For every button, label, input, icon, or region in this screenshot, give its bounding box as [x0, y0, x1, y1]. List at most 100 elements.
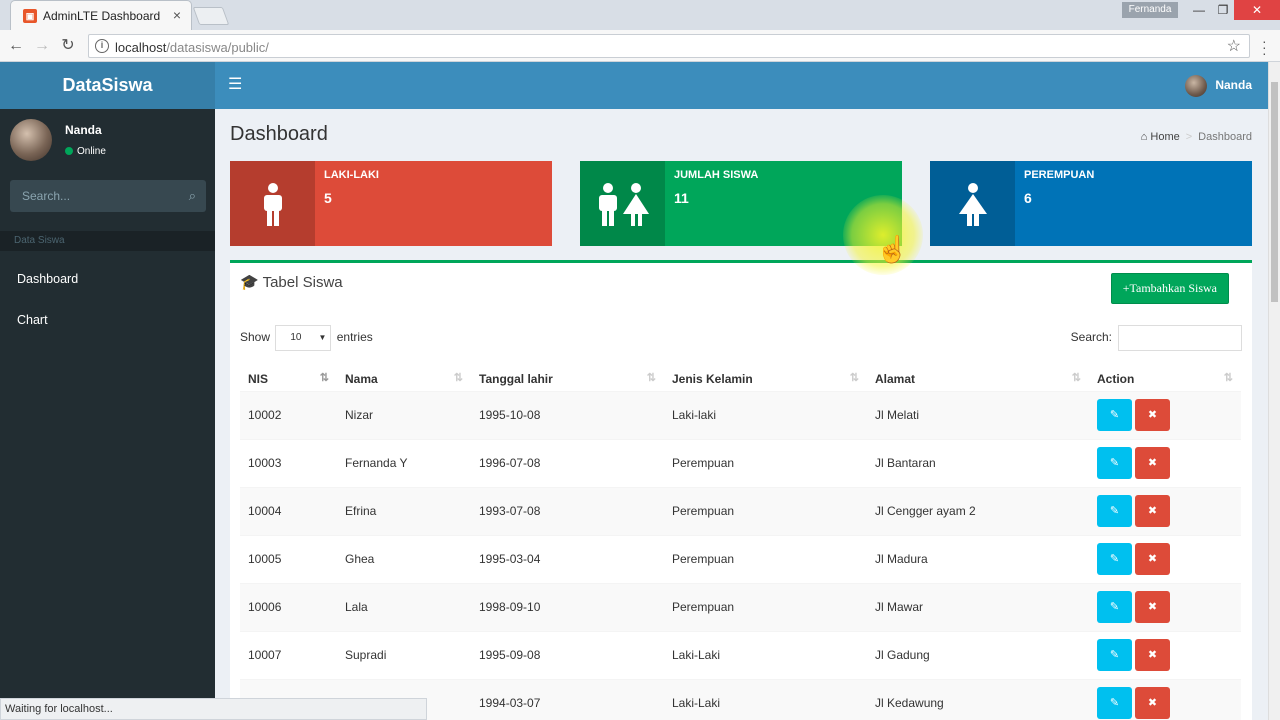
- delete-button[interactable]: ✖: [1135, 447, 1170, 479]
- page-scrollbar[interactable]: [1268, 62, 1280, 720]
- table-cell: Lala: [337, 582, 471, 631]
- col-jenis-kelamin[interactable]: Jenis Kelamin ⇅: [664, 367, 867, 392]
- reload-icon[interactable]: ↻: [58, 36, 78, 56]
- people-icon: [580, 161, 665, 246]
- search-icon[interactable]: ⌕: [189, 188, 196, 204]
- page-size-select[interactable]: 10 ▼: [275, 325, 332, 351]
- table-row: 10002 Nizar 1995-10-08 Laki-laki Jl Melati ✎ ✖: [240, 390, 1241, 439]
- table-cell: Laki-laki: [664, 390, 867, 439]
- action-cell: ✎ ✖: [1089, 390, 1241, 439]
- browser-tabbar: ▣ AdminLTE Dashboard × Fernanda — ❐ ✕: [0, 0, 1280, 30]
- info-icon[interactable]: i: [95, 39, 109, 53]
- browser-tab[interactable]: ▣ AdminLTE Dashboard ×: [10, 0, 192, 30]
- profile-chip[interactable]: Fernanda: [1122, 2, 1178, 18]
- table-cell: Jl Madura: [867, 534, 1089, 583]
- table-cell: 1995-09-08: [471, 630, 664, 679]
- table-row: 10005 Ghea 1995-03-04 Perempuan Jl Madura ✎ ✖: [240, 534, 1241, 583]
- col-nis[interactable]: NIS ⇅: [240, 367, 337, 392]
- table-cell: 1993-07-08: [471, 486, 664, 535]
- back-icon[interactable]: ←: [6, 36, 26, 56]
- breadcrumb-home[interactable]: Home: [1150, 131, 1179, 143]
- table-cell: Jl Mawar: [867, 582, 1089, 631]
- close-icon: ✖: [1147, 553, 1158, 565]
- sidebar-item-chart[interactable]: Chart: [0, 300, 215, 340]
- pencil-icon: ✎: [1109, 409, 1120, 421]
- edit-button[interactable]: ✎: [1097, 639, 1132, 671]
- table-cell: 10006: [240, 582, 337, 631]
- table-search-input[interactable]: [1118, 325, 1242, 351]
- students-table-box: 🎓 Tabel Siswa +Tambahkan Siswa Show 10 ▼ …: [230, 260, 1252, 720]
- table-cell: 10005: [240, 534, 337, 583]
- hand-cursor-icon: ☝: [876, 234, 909, 264]
- url-input[interactable]: i localhost/datasiswa/public/ ☆: [88, 34, 1250, 58]
- pencil-icon: ✎: [1109, 697, 1120, 710]
- edit-button[interactable]: ✎: [1097, 591, 1132, 623]
- delete-button[interactable]: ✖: [1135, 495, 1170, 527]
- col-alamat[interactable]: Alamat ⇅: [867, 367, 1089, 392]
- forward-icon[interactable]: →: [32, 36, 52, 56]
- close-tab-icon[interactable]: ×: [173, 7, 181, 23]
- info-box-number: 11: [674, 190, 689, 206]
- bookmark-star-icon[interactable]: ☆: [1227, 36, 1241, 56]
- table-cell: 10007: [240, 630, 337, 679]
- table-cell: Jl Melati: [867, 390, 1089, 439]
- delete-button[interactable]: ✖: [1135, 543, 1170, 575]
- action-cell: ✎ ✖: [1089, 678, 1241, 720]
- col-action[interactable]: Action ⇅: [1089, 367, 1241, 392]
- sidebar-toggle-icon[interactable]: ☰: [228, 74, 242, 94]
- sort-icon: ⇅: [646, 372, 656, 384]
- delete-button[interactable]: ✖: [1135, 399, 1170, 431]
- sort-icon: ⇅: [1071, 372, 1081, 384]
- sidebar-item-dashboard[interactable]: Dashboard: [0, 259, 215, 299]
- header-user-menu[interactable]: Nanda: [1185, 74, 1252, 97]
- table-cell: Laki-Laki: [664, 630, 867, 679]
- content-wrapper: Dashboard ⌂ Home > Dashboard LAKI-LAKI 5 J…: [215, 109, 1268, 720]
- tab-title: AdminLTE Dashboard: [43, 9, 161, 23]
- delete-button[interactable]: ✖: [1135, 591, 1170, 623]
- table-row: 10007 Supradi 1995-09-08 Laki-Laki Jl Gadung…: [240, 630, 1241, 679]
- female-icon: [930, 161, 1015, 246]
- box-title: 🎓 Tabel Siswa: [240, 274, 343, 291]
- close-icon: ✖: [1147, 457, 1158, 469]
- sort-asc-icon: ⇅: [319, 372, 329, 384]
- pencil-icon: ✎: [1109, 505, 1120, 517]
- table-cell: 1995-10-08: [471, 390, 664, 439]
- table-cell: Perempuan: [664, 534, 867, 583]
- info-box-label: LAKI-LAKI: [324, 169, 379, 181]
- new-tab-button[interactable]: [192, 7, 230, 25]
- col-nama[interactable]: Nama ⇅: [337, 367, 471, 392]
- edit-button[interactable]: ✎: [1097, 687, 1132, 720]
- table-cell: 10003: [240, 438, 337, 487]
- close-icon: ✖: [1147, 697, 1158, 710]
- app-logo[interactable]: DataSiswa: [0, 62, 215, 109]
- sort-icon: ⇅: [1223, 372, 1233, 384]
- col-tanggal-lahir[interactable]: Tanggal lahir ⇅: [471, 367, 664, 392]
- info-box-label: JUMLAH SISWA: [674, 169, 759, 181]
- scrollbar-thumb[interactable]: [1271, 82, 1278, 302]
- add-student-button[interactable]: +Tambahkan Siswa: [1110, 273, 1229, 304]
- edit-button[interactable]: ✎: [1097, 399, 1132, 431]
- edit-button[interactable]: ✎: [1097, 447, 1132, 479]
- browser-menu-icon[interactable]: · · ·: [1262, 34, 1267, 60]
- delete-button[interactable]: ✖: [1135, 639, 1170, 671]
- minimize-button[interactable]: —: [1186, 0, 1212, 20]
- close-icon: ✖: [1147, 409, 1158, 421]
- restore-button[interactable]: ❐: [1210, 0, 1236, 20]
- sidebar-search-input[interactable]: [10, 180, 170, 212]
- edit-button[interactable]: ✎: [1097, 495, 1132, 527]
- avatar: [10, 119, 52, 161]
- table-row: 10006 Lala 1998-09-10 Perempuan Jl Mawar ✎ ✖: [240, 582, 1241, 631]
- close-icon: ✖: [1147, 505, 1158, 517]
- avatar: [1185, 74, 1208, 97]
- info-box-male: LAKI-LAKI 5: [230, 161, 552, 246]
- table-cell: 10002: [240, 390, 337, 439]
- breadcrumb: ⌂ Home > Dashboard: [1140, 131, 1252, 143]
- close-window-button[interactable]: ✕: [1234, 0, 1280, 20]
- table-cell: Perempuan: [664, 582, 867, 631]
- sidebar-section-header: Data Siswa: [0, 231, 215, 251]
- edit-button[interactable]: ✎: [1097, 543, 1132, 575]
- online-dot-icon: [65, 147, 73, 155]
- delete-button[interactable]: ✖: [1135, 687, 1170, 720]
- table-cell: Nizar: [337, 390, 471, 439]
- table-cell: Supradi: [337, 630, 471, 679]
